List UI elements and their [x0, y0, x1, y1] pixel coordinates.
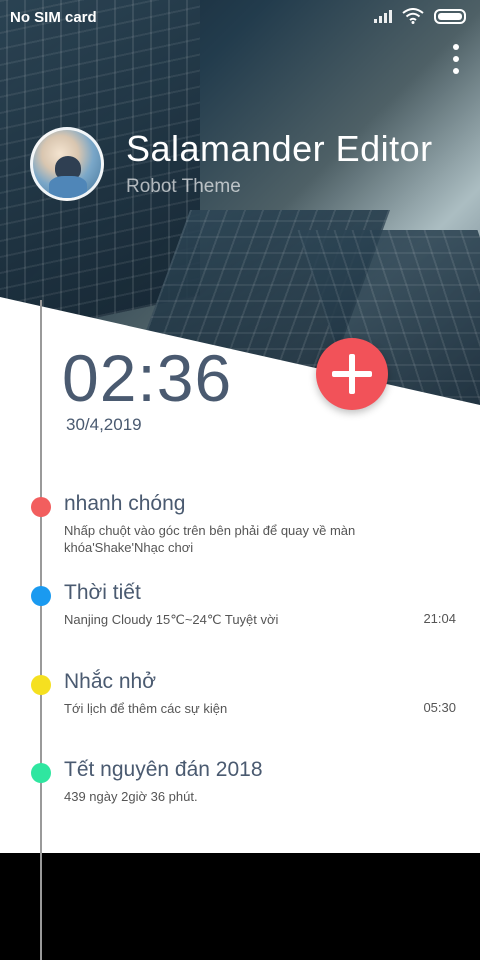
timeline-item-desc: Tới lịch để thêm các sự kiện [64, 701, 228, 716]
wifi-icon [402, 8, 424, 24]
timeline-item-desc: 439 ngày 2giờ 36 phút. [64, 789, 198, 804]
timeline-dot [31, 586, 51, 606]
add-button[interactable] [316, 338, 388, 410]
timeline-item-title: Nhắc nhở [64, 670, 156, 693]
status-bar: No SIM card [0, 0, 480, 34]
timeline-item-title: Tết nguyên đán 2018 [64, 758, 263, 781]
clock-time: 02:36 [62, 341, 233, 415]
timeline-item-desc: Nanjing Cloudy 15℃~24℃ Tuyệt vời [64, 612, 279, 627]
app-title: Salamander Editor [126, 128, 433, 169]
lock-screen: No SIM card Salamander Editor Robot Them… [0, 0, 480, 960]
clock-date: 30/4,2019 [66, 415, 142, 434]
more-options-icon[interactable] [450, 44, 462, 74]
timeline-item-time: 21:04 [423, 611, 456, 626]
timeline-dot [31, 497, 51, 517]
avatar[interactable] [30, 127, 104, 201]
bottom-bar [0, 853, 480, 960]
carrier-label: No SIM card [10, 9, 97, 26]
timeline-item-desc: Nhấp chuột vào góc trên bên phải để quay… [64, 523, 356, 555]
timeline-item-title: Thời tiết [64, 581, 141, 604]
timeline-line [40, 300, 42, 960]
signal-icon [374, 9, 392, 23]
timeline-item-time: 05:30 [423, 700, 456, 715]
timeline-dot [31, 675, 51, 695]
app-subtitle: Robot Theme [126, 176, 241, 197]
battery-icon [434, 8, 466, 24]
timeline-item-title: nhanh chóng [64, 492, 186, 515]
timeline-dot [31, 763, 51, 783]
status-icons [374, 8, 466, 24]
